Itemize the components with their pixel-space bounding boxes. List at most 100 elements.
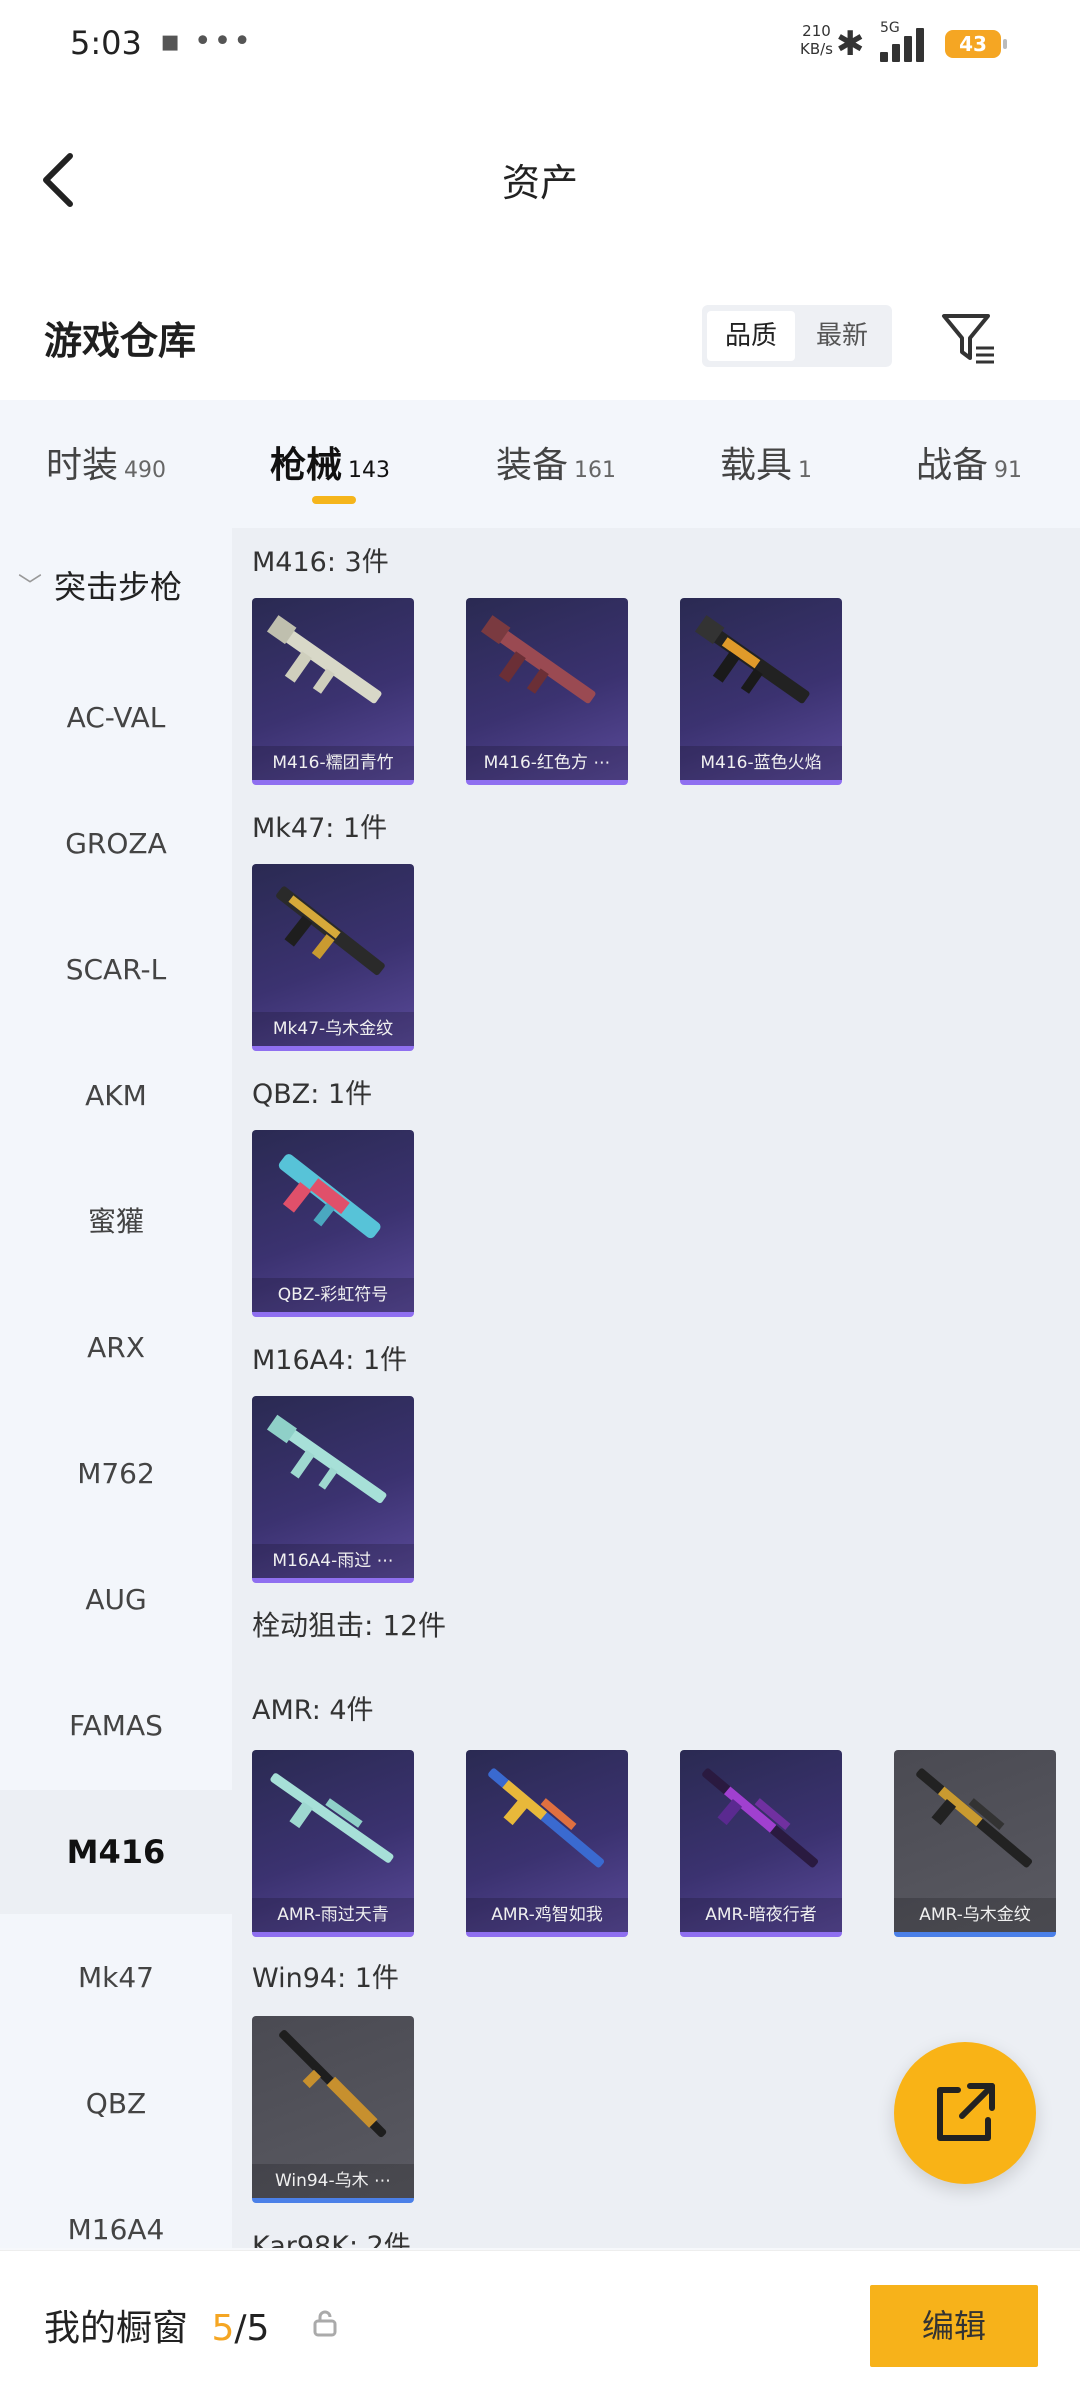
item-name: AMR-乌木金纹 (894, 1898, 1056, 1932)
tab-fashion[interactable]: 时装 490 (46, 436, 166, 488)
chevron-down-icon: ﹀ (18, 572, 42, 600)
item-card[interactable]: M16A4-雨过 ⋯ (252, 1396, 414, 1583)
item-grid: M416: 3件 M416-糯团青竹 M416-红色方 ⋯ M416-蓝色火焰 … (232, 528, 1080, 2248)
status-bar: 5:03 ▪ ••• 210 KB/s ✱ 5G 43 (0, 0, 1080, 90)
warehouse-header: 游戏仓库 品质 最新 (0, 270, 1080, 400)
sidebar-item[interactable]: AC-VAL (0, 656, 232, 780)
warehouse-title: 游戏仓库 (44, 319, 197, 363)
item-card[interactable]: AMR-暗夜行者 (680, 1750, 842, 1937)
item-name: M16A4-雨过 ⋯ (252, 1544, 414, 1578)
item-name: AMR-鸡智如我 (466, 1898, 628, 1932)
top-bar: 资产 (0, 90, 1080, 270)
external-link-icon (937, 2083, 995, 2141)
showcase-total: /5 (234, 2308, 270, 2349)
filter-button[interactable] (940, 310, 996, 366)
rifle-icon (266, 615, 382, 704)
rifle-icon (480, 615, 596, 704)
sidebar-item-active[interactable]: M416 (0, 1790, 232, 1914)
sidebar-item[interactable]: AKM (0, 1034, 232, 1158)
item-card[interactable]: AMR-鸡智如我 (466, 1750, 628, 1937)
tab-count: 143 (348, 458, 391, 483)
category-tabs: 时装 490 枪械 143 装备 161 载具 1 战备 91 (0, 400, 1080, 528)
rifle-icon (266, 1414, 387, 1504)
sidebar-item[interactable]: 蜜獾 (0, 1160, 232, 1284)
item-card[interactable]: M416-糯团青竹 (252, 598, 414, 785)
item-name: QBZ-彩虹符号 (252, 1278, 414, 1312)
group-label: M16A4: 1件 (252, 1345, 408, 1376)
showcase-title: 我的橱窗 (44, 2308, 189, 2349)
sidebar-group-label: 突击步枪 (54, 568, 183, 606)
sniper-rifle-icon (488, 1768, 605, 1868)
tab-equipment[interactable]: 装备 161 (496, 436, 616, 488)
signal-icon: 5G (880, 20, 934, 62)
item-card[interactable]: AMR-雨过天青 (252, 1750, 414, 1937)
sort-toggle: 品质 最新 (702, 305, 892, 367)
tab-count: 161 (574, 458, 617, 483)
battery-icon: 43 (945, 30, 1007, 58)
item-card[interactable]: Win94-乌木 ⋯ (252, 2016, 414, 2203)
item-card[interactable]: M416-蓝色火焰 (680, 598, 842, 785)
group-label: Kar98K: 2件 (252, 2231, 411, 2248)
item-name: AMR-雨过天青 (252, 1898, 414, 1932)
showcase-current: 5 (211, 2308, 235, 2349)
group-label: AMR: 4件 (252, 1695, 374, 1726)
notification-icons: ▪ ••• (160, 24, 253, 59)
tab-label: 装备 (496, 445, 569, 486)
page-title: 资产 (501, 161, 578, 205)
filter-icon (942, 314, 994, 364)
status-time: 5:03 (70, 24, 142, 62)
tab-label: 战备 (916, 445, 989, 486)
item-card[interactable]: M416-红色方 ⋯ (466, 598, 628, 785)
net-speed-unit: KB/s (800, 40, 833, 58)
tab-vehicles[interactable]: 载具 1 (720, 436, 812, 488)
sniper-rifle-icon (270, 1773, 394, 1863)
net-speed-value: 210 (802, 22, 831, 40)
item-card[interactable]: Mk47-乌木金纹 (252, 864, 414, 1051)
item-name: M416-红色方 ⋯ (466, 746, 628, 780)
item-name: M416-蓝色火焰 (680, 746, 842, 780)
tab-supplies[interactable]: 战备 91 (916, 436, 1022, 488)
item-name: M416-糯团青竹 (252, 746, 414, 780)
group-label: QBZ: 1件 (252, 1079, 373, 1110)
sniper-rifle-icon (702, 1768, 819, 1868)
sidebar-item[interactable]: FAMAS (0, 1664, 232, 1788)
tab-label: 载具 (720, 445, 793, 486)
tab-count: 490 (124, 458, 167, 483)
showcase-bar: 我的橱窗 5/5 编辑 (0, 2250, 1080, 2401)
item-name: Mk47-乌木金纹 (252, 1012, 414, 1046)
item-card[interactable]: QBZ-彩虹符号 (252, 1130, 414, 1317)
sidebar-item[interactable]: QBZ (0, 2042, 232, 2166)
sniper-rifle-icon (279, 2029, 387, 2138)
sort-newest-button[interactable]: 最新 (798, 311, 886, 361)
active-tab-indicator (312, 496, 356, 504)
sidebar-group-assault-rifles[interactable]: ﹀ 突击步枪 (0, 558, 232, 618)
sidebar-item[interactable]: AUG (0, 1538, 232, 1662)
rifle-icon (278, 1154, 381, 1239)
tab-count: 91 (994, 458, 1023, 483)
group-label: 栓动狙击: 12件 (252, 1609, 446, 1642)
group-label: Win94: 1件 (252, 1963, 399, 1994)
share-button[interactable] (894, 2042, 1036, 2184)
edit-button[interactable]: 编辑 (870, 2285, 1038, 2367)
item-name: AMR-暗夜行者 (680, 1898, 842, 1932)
item-name: Win94-乌木 ⋯ (252, 2164, 414, 2198)
sidebar-item[interactable]: SCAR-L (0, 908, 232, 1032)
item-card[interactable]: AMR-乌木金纹 (894, 1750, 1056, 1937)
sort-quality-button[interactable]: 品质 (707, 311, 795, 361)
network-speed: 210 KB/s (800, 22, 833, 58)
tab-label: 时装 (46, 445, 119, 486)
rifle-icon (694, 615, 810, 704)
sidebar-item[interactable]: GROZA (0, 782, 232, 906)
tab-count: 1 (798, 458, 813, 483)
rifle-icon (276, 886, 385, 976)
lock-icon (312, 2309, 338, 2343)
subcategory-sidebar: ﹀ 突击步枪 AC-VAL GROZA SCAR-L AKM 蜜獾 ARX M7… (0, 528, 232, 2248)
sidebar-item[interactable]: Mk47 (0, 1916, 232, 2040)
tab-label: 枪械 (270, 445, 343, 486)
group-label: Mk47: 1件 (252, 813, 388, 844)
sniper-rifle-icon (916, 1768, 1033, 1868)
sidebar-item[interactable]: ARX (0, 1286, 232, 1410)
sidebar-item[interactable]: M762 (0, 1412, 232, 1536)
tab-guns[interactable]: 枪械 143 (270, 436, 390, 488)
bluetooth-icon: ✱ (836, 24, 865, 64)
